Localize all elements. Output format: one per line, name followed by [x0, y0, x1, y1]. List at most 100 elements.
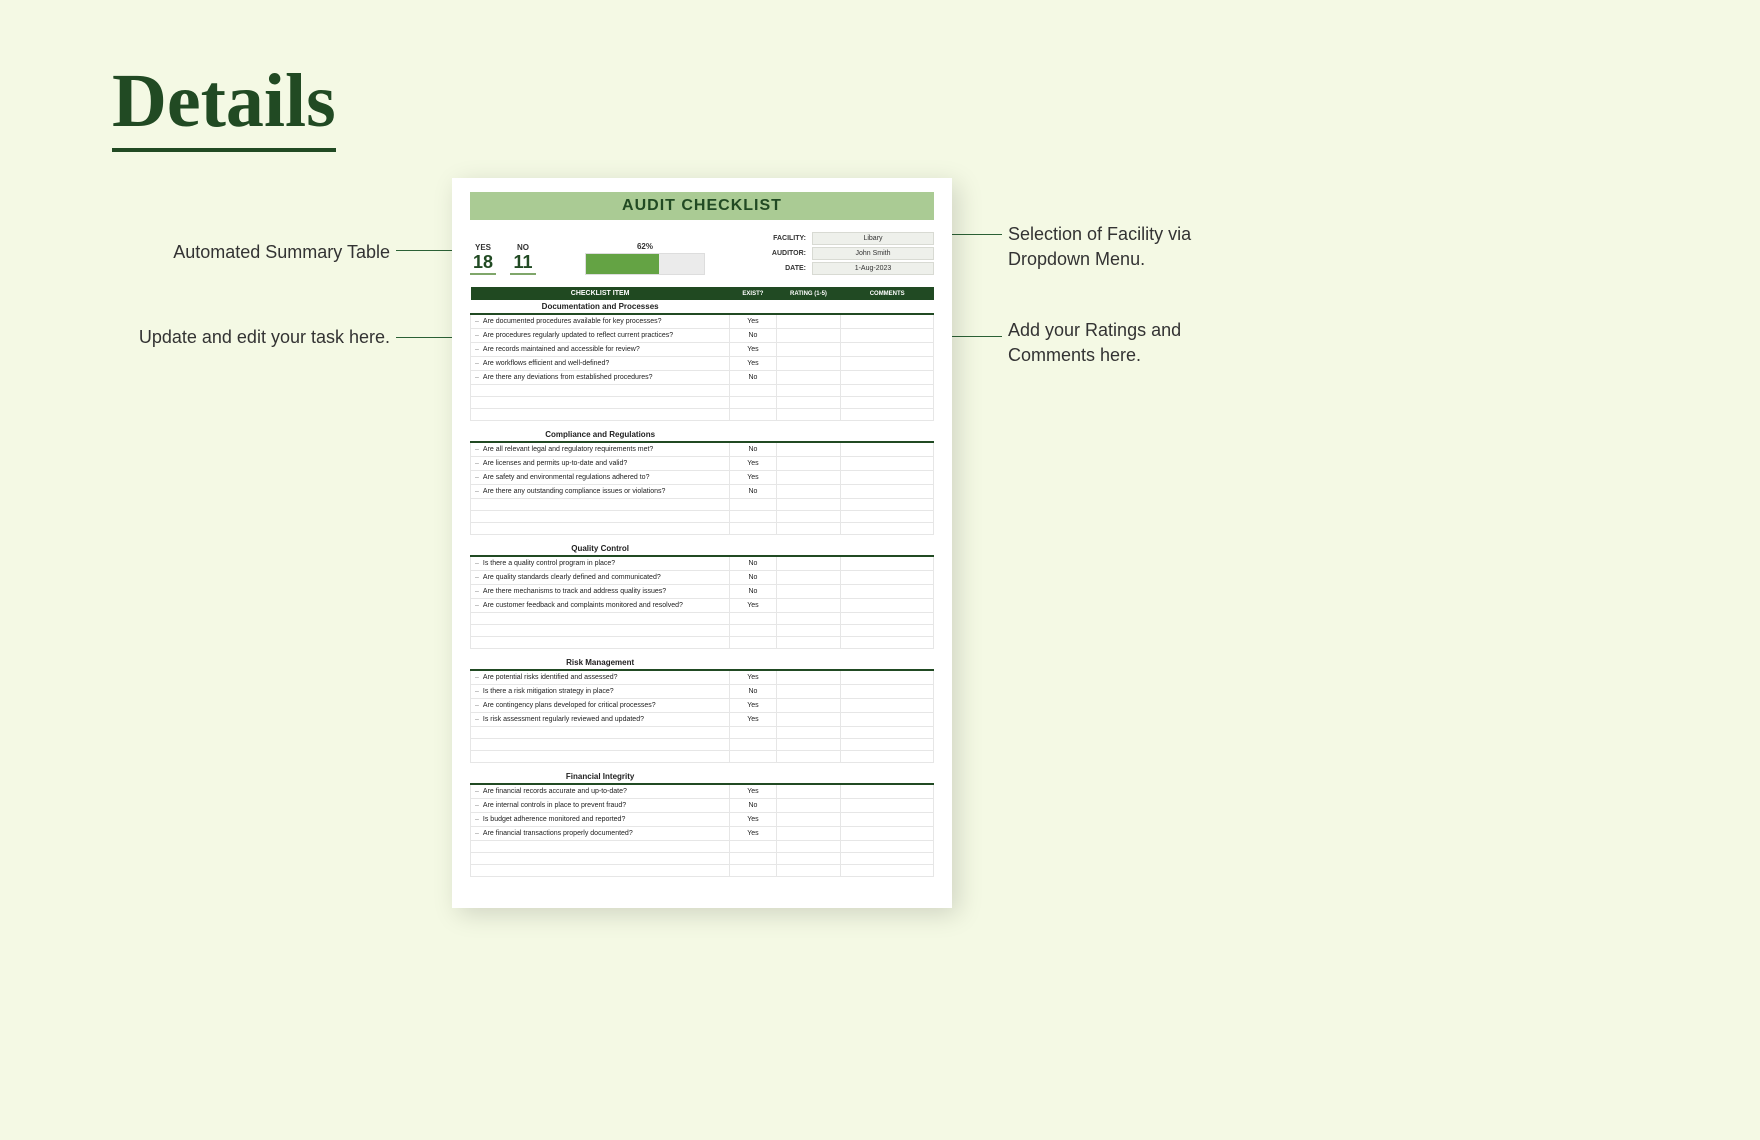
empty-cell[interactable]: [471, 522, 730, 534]
date-field[interactable]: 1-Aug-2023: [812, 262, 934, 275]
comments-cell[interactable]: [841, 698, 934, 712]
exist-cell[interactable]: Yes: [730, 356, 776, 370]
comments-cell[interactable]: [841, 712, 934, 726]
facility-dropdown[interactable]: Libary: [812, 232, 934, 245]
empty-cell[interactable]: [471, 840, 730, 852]
rating-cell[interactable]: [776, 470, 841, 484]
empty-cell[interactable]: [471, 636, 730, 648]
exist-cell[interactable]: Yes: [730, 812, 776, 826]
comments-cell[interactable]: [841, 484, 934, 498]
empty-cell[interactable]: [471, 852, 730, 864]
exist-cell[interactable]: Yes: [730, 698, 776, 712]
checklist-item-text[interactable]: –Is budget adherence monitored and repor…: [471, 812, 730, 826]
empty-cell[interactable]: [471, 750, 730, 762]
empty-cell[interactable]: [471, 864, 730, 876]
empty-cell[interactable]: [471, 624, 730, 636]
exist-cell[interactable]: Yes: [730, 784, 776, 798]
comments-cell[interactable]: [841, 314, 934, 328]
checklist-item-text[interactable]: –Are procedures regularly updated to ref…: [471, 328, 730, 342]
rating-cell[interactable]: [776, 798, 841, 812]
comments-cell[interactable]: [841, 470, 934, 484]
comments-cell[interactable]: [841, 556, 934, 570]
checklist-item-text[interactable]: –Are quality standards clearly defined a…: [471, 570, 730, 584]
rating-cell[interactable]: [776, 328, 841, 342]
comments-cell[interactable]: [841, 826, 934, 840]
exist-cell[interactable]: No: [730, 556, 776, 570]
empty-cell[interactable]: [471, 738, 730, 750]
comments-cell[interactable]: [841, 456, 934, 470]
checklist-item-text[interactable]: –Are internal controls in place to preve…: [471, 798, 730, 812]
rating-cell[interactable]: [776, 684, 841, 698]
rating-cell[interactable]: [776, 356, 841, 370]
exist-cell[interactable]: Yes: [730, 470, 776, 484]
exist-cell[interactable]: Yes: [730, 712, 776, 726]
empty-cell[interactable]: [471, 396, 730, 408]
checklist-item-text[interactable]: –Are there any outstanding compliance is…: [471, 484, 730, 498]
rating-cell[interactable]: [776, 826, 841, 840]
checklist-item-text[interactable]: –Are financial transactions properly doc…: [471, 826, 730, 840]
empty-cell[interactable]: [471, 384, 730, 396]
exist-cell[interactable]: No: [730, 484, 776, 498]
checklist-item-text[interactable]: –Are contingency plans developed for cri…: [471, 698, 730, 712]
exist-cell[interactable]: Yes: [730, 670, 776, 684]
rating-cell[interactable]: [776, 556, 841, 570]
exist-cell[interactable]: No: [730, 584, 776, 598]
comments-cell[interactable]: [841, 442, 934, 456]
checklist-item-text[interactable]: –Are potential risks identified and asse…: [471, 670, 730, 684]
rating-cell[interactable]: [776, 584, 841, 598]
empty-cell[interactable]: [471, 726, 730, 738]
checklist-item-text[interactable]: –Is there a quality control program in p…: [471, 556, 730, 570]
checklist-item-text[interactable]: –Are documented procedures available for…: [471, 314, 730, 328]
checklist-item-text[interactable]: –Are licenses and permits up-to-date and…: [471, 456, 730, 470]
exist-cell[interactable]: Yes: [730, 314, 776, 328]
checklist-item-text[interactable]: –Are workflows efficient and well-define…: [471, 356, 730, 370]
rating-cell[interactable]: [776, 442, 841, 456]
exist-cell[interactable]: Yes: [730, 342, 776, 356]
comments-cell[interactable]: [841, 598, 934, 612]
checklist-item-text[interactable]: –Are records maintained and accessible f…: [471, 342, 730, 356]
checklist-item-text[interactable]: –Is risk assessment regularly reviewed a…: [471, 712, 730, 726]
empty-cell[interactable]: [471, 612, 730, 624]
comments-cell[interactable]: [841, 670, 934, 684]
rating-cell[interactable]: [776, 712, 841, 726]
comments-cell[interactable]: [841, 784, 934, 798]
exist-cell[interactable]: No: [730, 370, 776, 384]
comments-cell[interactable]: [841, 798, 934, 812]
checklist-item-text[interactable]: –Is there a risk mitigation strategy in …: [471, 684, 730, 698]
comments-cell[interactable]: [841, 370, 934, 384]
rating-cell[interactable]: [776, 370, 841, 384]
rating-cell[interactable]: [776, 342, 841, 356]
checklist-item-text[interactable]: –Are safety and environmental regulation…: [471, 470, 730, 484]
empty-cell[interactable]: [471, 498, 730, 510]
checklist-item-text[interactable]: –Are there any deviations from establish…: [471, 370, 730, 384]
comments-cell[interactable]: [841, 328, 934, 342]
comments-cell[interactable]: [841, 356, 934, 370]
comments-cell[interactable]: [841, 684, 934, 698]
rating-cell[interactable]: [776, 570, 841, 584]
comments-cell[interactable]: [841, 342, 934, 356]
exist-cell[interactable]: Yes: [730, 826, 776, 840]
rating-cell[interactable]: [776, 812, 841, 826]
empty-cell[interactable]: [471, 408, 730, 420]
exist-cell[interactable]: No: [730, 442, 776, 456]
exist-cell[interactable]: No: [730, 684, 776, 698]
exist-cell[interactable]: No: [730, 798, 776, 812]
auditor-field[interactable]: John Smith: [812, 247, 934, 260]
rating-cell[interactable]: [776, 484, 841, 498]
checklist-item-text[interactable]: –Are there mechanisms to track and addre…: [471, 584, 730, 598]
rating-cell[interactable]: [776, 598, 841, 612]
comments-cell[interactable]: [841, 812, 934, 826]
rating-cell[interactable]: [776, 784, 841, 798]
rating-cell[interactable]: [776, 314, 841, 328]
exist-cell[interactable]: Yes: [730, 456, 776, 470]
checklist-item-text[interactable]: –Are customer feedback and complaints mo…: [471, 598, 730, 612]
rating-cell[interactable]: [776, 698, 841, 712]
exist-cell[interactable]: No: [730, 328, 776, 342]
rating-cell[interactable]: [776, 456, 841, 470]
checklist-item-text[interactable]: –Are financial records accurate and up-t…: [471, 784, 730, 798]
exist-cell[interactable]: Yes: [730, 598, 776, 612]
exist-cell[interactable]: No: [730, 570, 776, 584]
rating-cell[interactable]: [776, 670, 841, 684]
checklist-item-text[interactable]: –Are all relevant legal and regulatory r…: [471, 442, 730, 456]
comments-cell[interactable]: [841, 584, 934, 598]
